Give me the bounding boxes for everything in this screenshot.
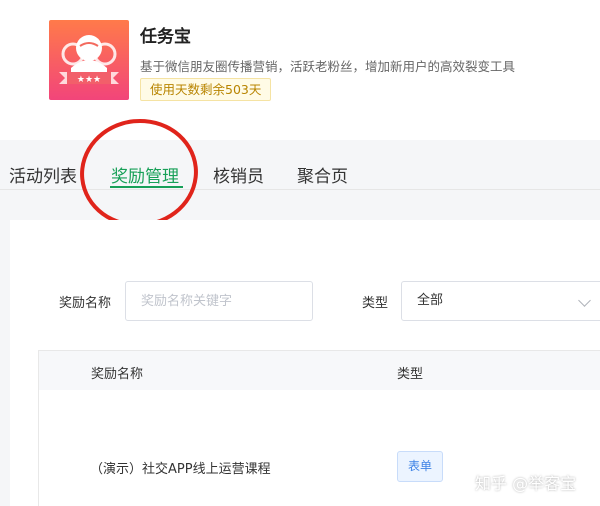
type-select-value: 全部 xyxy=(417,293,444,308)
column-header-reward-name: 奖励名称 xyxy=(91,367,144,382)
tab-divider xyxy=(0,189,600,190)
reward-name-label: 奖励名称 xyxy=(59,296,112,311)
app-description: 基于微信朋友圈传播营销，活跃老粉丝，增加新用户的高效裂变工具 xyxy=(140,59,516,74)
svg-text:★★★: ★★★ xyxy=(77,75,101,85)
type-label: 类型 xyxy=(362,296,389,311)
watermark: 知乎 @举客宝 xyxy=(475,474,577,493)
tab-verifier[interactable]: 核销员 xyxy=(213,162,264,187)
chevron-down-icon xyxy=(578,294,591,307)
tab-reward-management[interactable]: 奖励管理 xyxy=(111,162,179,187)
column-header-type: 类型 xyxy=(397,367,424,382)
remaining-days-badge: 使用天数剩余503天 xyxy=(140,78,272,101)
type-tag: 表单 xyxy=(397,451,443,482)
tab-aggregate-page[interactable]: 聚合页 xyxy=(297,162,348,187)
app-header-card: ★★★ 任务宝 基于微信朋友圈传播营销，活跃老粉丝，增加新用户的高效裂变工具 使… xyxy=(0,0,600,140)
app-name: 任务宝 xyxy=(140,27,191,47)
table-cell-reward-name: （演示）社交APP线上运营课程 xyxy=(90,462,271,477)
active-tab-underline xyxy=(110,186,183,188)
table-header: 奖励名称 类型 xyxy=(38,350,600,391)
type-select[interactable]: 全部 xyxy=(401,281,600,321)
tab-activity-list[interactable]: 活动列表 xyxy=(9,162,77,187)
reward-name-search-input[interactable] xyxy=(125,281,313,321)
app-logo: ★★★ xyxy=(49,20,129,100)
